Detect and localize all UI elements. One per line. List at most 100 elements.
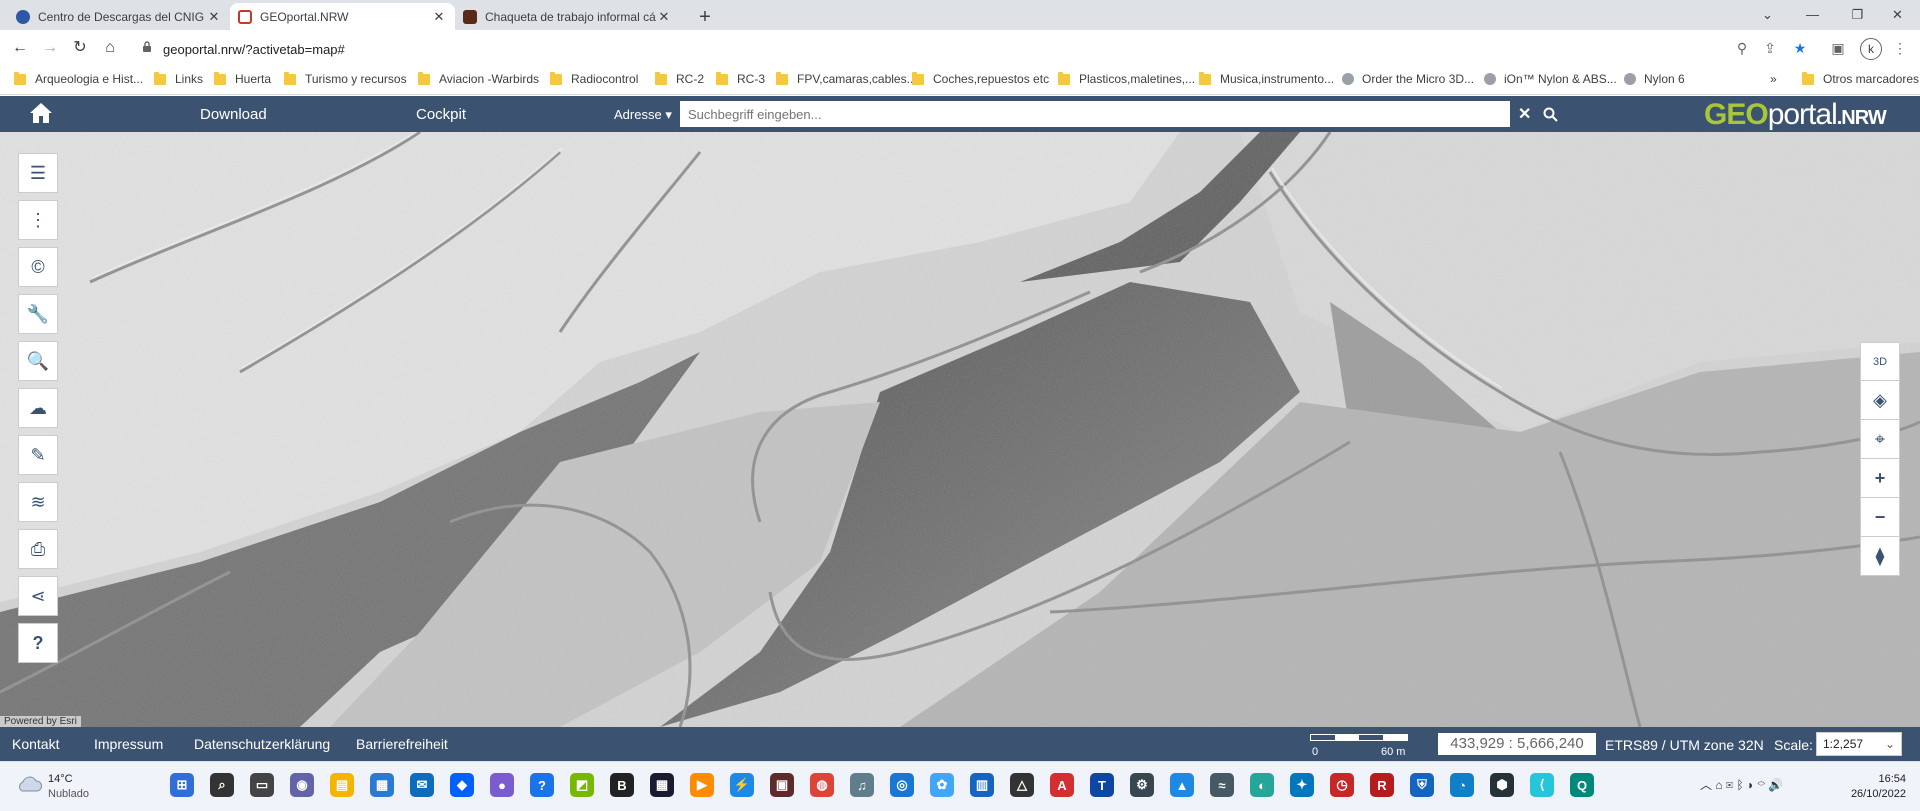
- compass-button[interactable]: ⧫: [1860, 536, 1900, 576]
- bookmark-item[interactable]: Order the Micro 3D...: [1342, 72, 1474, 86]
- bookmark-item[interactable]: Huerta: [214, 71, 271, 86]
- side-panel-icon[interactable]: ▣: [1828, 38, 1848, 58]
- photos-icon[interactable]: ▲: [1170, 773, 1194, 797]
- url-text[interactable]: geoportal.nrw/?activetab=map#: [163, 42, 345, 57]
- draw-button[interactable]: ✎: [18, 435, 58, 475]
- bookmark-item[interactable]: RC-2: [655, 71, 704, 86]
- app-network-icon[interactable]: ≈: [1210, 773, 1234, 797]
- paint-icon[interactable]: ✿: [930, 773, 954, 797]
- layer-settings-button[interactable]: ≋: [18, 482, 58, 522]
- minimize-button[interactable]: —: [1790, 0, 1835, 30]
- bookmark-item[interactable]: Coches,repuestos etc: [912, 71, 1049, 86]
- app-gear-icon[interactable]: ⚙: [1130, 773, 1154, 797]
- app-rj-icon[interactable]: R: [1370, 773, 1394, 797]
- search-icon[interactable]: ⌕: [210, 773, 234, 797]
- task-view-icon[interactable]: ▭: [250, 773, 274, 797]
- browser-tab-cnig[interactable]: Centro de Descargas del CNIG (IG ✕: [8, 3, 230, 30]
- back-button[interactable]: ←: [8, 36, 32, 60]
- browser-menu-icon[interactable]: ⋮: [1890, 38, 1910, 58]
- bookmark-item[interactable]: Nylon 6: [1624, 72, 1685, 86]
- app-blue-icon[interactable]: ⚡: [730, 773, 754, 797]
- mail-icon[interactable]: ✉: [410, 773, 434, 797]
- scale-select[interactable]: 1:2,257 ⌄: [1816, 732, 1902, 756]
- browser-tab-geoportal[interactable]: GEOportal.NRW ✕: [230, 3, 455, 30]
- app-q-icon[interactable]: Q: [1570, 773, 1594, 797]
- app-red-icon[interactable]: ◷: [1330, 773, 1354, 797]
- teams-chat-icon[interactable]: ◉: [290, 773, 314, 797]
- notes-icon[interactable]: ▥: [970, 773, 994, 797]
- close-tab-icon[interactable]: ✕: [206, 9, 222, 25]
- app-icon[interactable]: ●: [490, 773, 514, 797]
- zoom-in-button[interactable]: +: [1860, 458, 1900, 498]
- forward-button[interactable]: →: [38, 36, 62, 60]
- bookmark-item[interactable]: RC-3: [716, 71, 765, 86]
- app-dark-icon[interactable]: ▣: [770, 773, 794, 797]
- file-explorer-icon[interactable]: ▤: [330, 773, 354, 797]
- edge-icon[interactable]: ◔: [1450, 773, 1474, 797]
- clock-time[interactable]: 16:54: [1846, 773, 1906, 785]
- dropbox-icon[interactable]: ◆: [450, 773, 474, 797]
- app-tool-icon[interactable]: ✦: [1290, 773, 1314, 797]
- bookmark-item[interactable]: Plasticos,maletines,...: [1058, 71, 1195, 86]
- app-triangle-icon[interactable]: △: [1010, 773, 1034, 797]
- copyright-button[interactable]: ©: [18, 247, 58, 287]
- footer-link-datenschutz[interactable]: Datenschutzerklärung: [194, 736, 330, 752]
- search-icon[interactable]: [1543, 107, 1558, 122]
- address-bar[interactable]: [130, 34, 1760, 62]
- clock-date[interactable]: 26/10/2022: [1836, 788, 1906, 800]
- nvidia-icon[interactable]: ◩: [570, 773, 594, 797]
- cockpit-nav-link[interactable]: Cockpit: [416, 106, 466, 123]
- map-canvas[interactable]: ☰ ⋮ © 🔧 🔍 ☁ ✎ ≋ ⎙ ⋖ ? 3D ◈ ⌖ + − ⧫: [0, 132, 1920, 727]
- bookmarks-overflow-button[interactable]: »: [1770, 72, 1777, 86]
- crs-label[interactable]: ETRS89 / UTM zone 32N: [1605, 737, 1764, 753]
- bookmark-item[interactable]: Arqueologia e Hist...: [14, 71, 143, 86]
- app-grid-icon[interactable]: ▦: [650, 773, 674, 797]
- footer-link-impressum[interactable]: Impressum: [94, 736, 163, 752]
- print-button[interactable]: ⎙: [18, 529, 58, 569]
- download-data-button[interactable]: ☁: [18, 388, 58, 428]
- music-icon[interactable]: ♫: [850, 773, 874, 797]
- help-button[interactable]: ?: [18, 623, 58, 663]
- locate-button[interactable]: ⌖: [1860, 419, 1900, 459]
- weather-temp[interactable]: 14°C: [48, 773, 73, 785]
- home-button[interactable]: ⌂: [98, 36, 122, 60]
- bookmark-item[interactable]: Musica,instrumento...: [1199, 71, 1334, 86]
- app-hex-icon[interactable]: ⬢: [1490, 773, 1514, 797]
- more-options-button[interactable]: ⋮: [18, 200, 58, 240]
- system-tray-icons[interactable]: ︿ ⌂ ✉ ᛒ ◗ ⌔ 🔊: [1700, 776, 1783, 793]
- store-icon[interactable]: ▦: [370, 773, 394, 797]
- profile-avatar[interactable]: k: [1860, 38, 1882, 60]
- bookmark-item[interactable]: FPV,camaras,cables...: [776, 71, 917, 86]
- tools-button[interactable]: 🔧: [18, 294, 58, 334]
- start-menu-icon[interactable]: ⊞: [170, 773, 194, 797]
- location-icon[interactable]: ⚲: [1732, 38, 1752, 58]
- share-page-icon[interactable]: ⇪: [1760, 38, 1780, 58]
- close-tab-icon[interactable]: ✕: [656, 9, 672, 25]
- layers-button[interactable]: ◈: [1860, 380, 1900, 420]
- other-bookmarks[interactable]: Otros marcadores: [1802, 71, 1919, 86]
- search-mode-dropdown[interactable]: Adresse ▾: [614, 107, 672, 123]
- tab-search-chevron-icon[interactable]: ⌄: [1745, 0, 1790, 30]
- clear-search-icon[interactable]: ✕: [1518, 104, 1531, 124]
- weather-condition[interactable]: Nublado: [48, 788, 89, 800]
- legend-list-button[interactable]: ☰: [18, 153, 58, 193]
- acrobat-icon[interactable]: A: [1050, 773, 1074, 797]
- bookmark-item[interactable]: Turismo y recursos: [284, 71, 407, 86]
- zoom-out-button[interactable]: −: [1860, 497, 1900, 537]
- app-b-icon[interactable]: B: [610, 773, 634, 797]
- 3d-view-button[interactable]: 3D: [1860, 342, 1900, 382]
- bookmark-item[interactable]: Links: [154, 71, 203, 86]
- app-t-icon[interactable]: T: [1090, 773, 1114, 797]
- feature-info-button[interactable]: 🔍: [18, 341, 58, 381]
- app-code-icon[interactable]: ⟨: [1530, 773, 1554, 797]
- chrome-icon[interactable]: ◍: [810, 773, 834, 797]
- app-shield-icon[interactable]: ⛨: [1410, 773, 1434, 797]
- maximize-button[interactable]: ❐: [1835, 0, 1880, 30]
- download-nav-link[interactable]: Download: [200, 106, 267, 123]
- reload-button[interactable]: ↻: [68, 36, 92, 60]
- search-input[interactable]: [680, 101, 1510, 127]
- close-window-button[interactable]: ✕: [1875, 0, 1920, 30]
- footer-link-kontakt[interactable]: Kontakt: [12, 736, 59, 752]
- home-icon[interactable]: [28, 101, 54, 125]
- app-eye-icon[interactable]: ◎: [890, 773, 914, 797]
